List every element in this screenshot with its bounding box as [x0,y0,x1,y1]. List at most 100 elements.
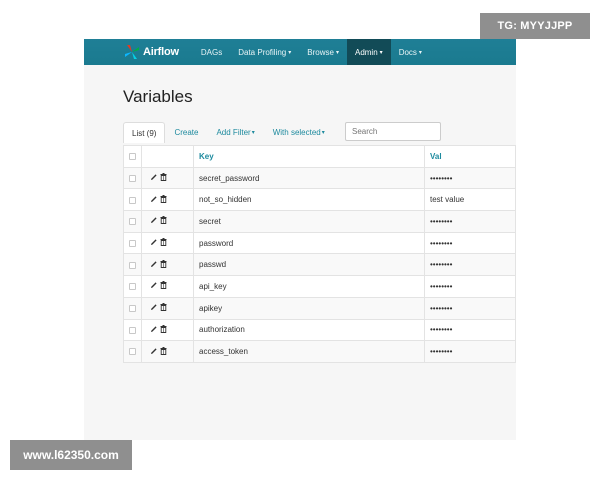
row-key-cell: passwd [193,253,425,277]
trash-icon [160,303,167,312]
row-checkbox[interactable] [129,261,136,269]
trash-icon [160,238,167,247]
tab-list[interactable]: List (9) [123,122,166,143]
row-select-cell [123,318,142,342]
tab-create-label: Create [174,128,199,137]
nav-data-profiling[interactable]: Data Profiling ▾ [230,39,299,65]
delete-button[interactable] [160,194,167,203]
edit-button[interactable] [150,238,158,246]
delete-button[interactable] [160,303,167,312]
nav-admin[interactable]: Admin ▾ [346,39,391,65]
caret-down-icon: ▾ [321,130,325,136]
delete-button[interactable] [160,173,167,181]
row-key-cell: password [193,231,425,255]
caret-down-icon: ▾ [335,49,339,56]
row-actions-cell [141,296,194,320]
val-header-label: Val [430,151,442,161]
row-val-cell: •••••••• [424,296,516,320]
row-select-cell [123,210,142,233]
row-actions-cell [141,318,194,342]
row-actions-cell [141,275,194,298]
pencil-icon [151,196,157,202]
row-key-cell: not_so_hidden [193,188,425,212]
row-select-cell [123,296,142,320]
table-row: apikey •••••••• [123,296,516,320]
pencil-icon [151,304,157,311]
watermark-top-right: TG: MYYJJPP [480,13,590,39]
select-all-checkbox[interactable] [129,153,136,161]
nav-dags[interactable]: DAGs [193,39,230,65]
row-actions-cell [141,231,194,255]
select-all-cell [123,145,142,168]
edit-button[interactable] [150,325,158,333]
row-actions-cell [141,253,194,277]
tab-create[interactable]: Create [165,122,207,143]
delete-button[interactable] [160,324,167,333]
with-selected-label: With selected [272,128,321,137]
airflow-logo-icon [125,45,139,59]
add-filter-dropdown[interactable]: Add Filter ▾ [207,122,263,143]
brand-name: Airflow [143,46,179,58]
variables-table-body: secret_password •••••••• not_so_hidden test… [123,166,516,363]
edit-button[interactable] [150,195,158,203]
search-input[interactable] [345,122,441,141]
nav-admin-label: Admin [354,47,378,57]
row-actions-cell [141,210,194,233]
nav-browse-label: Browse [307,47,334,57]
row-checkbox[interactable] [129,174,136,182]
row-val-cell: •••••••• [424,318,516,342]
delete-button[interactable] [160,259,167,268]
row-val-cell: •••••••• [424,275,516,298]
row-val-cell: test value [424,188,516,212]
caret-down-icon: ▾ [379,49,383,56]
delete-button[interactable] [160,238,167,247]
nav-docs[interactable]: Docs ▾ [391,39,430,65]
row-checkbox[interactable] [129,239,136,247]
edit-button[interactable] [150,347,158,355]
nav-data-profiling-label: Data Profiling [238,47,287,57]
row-select-cell [123,275,142,298]
val-column-header[interactable]: Val [424,145,516,168]
row-checkbox[interactable] [129,348,136,356]
row-checkbox[interactable] [129,305,136,313]
row-checkbox[interactable] [129,218,136,226]
row-key-cell: secret_password [193,166,425,190]
pencil-icon [151,239,157,246]
delete-button[interactable] [160,346,167,355]
page-title: Variables [123,87,193,106]
row-select-cell [123,340,142,363]
row-actions-cell [141,188,194,212]
trash-icon [160,216,167,225]
table-row: not_so_hidden test value [123,188,516,212]
with-selected-dropdown[interactable]: With selected ▾ [264,122,334,143]
trash-icon [160,194,167,203]
caret-down-icon: ▾ [288,49,292,56]
table-row: passwd •••••••• [123,253,516,277]
nav-browse[interactable]: Browse ▾ [299,39,347,65]
table-row: secret •••••••• [123,210,516,233]
table-row: api_key •••••••• [123,275,516,298]
add-filter-label: Add Filter [216,128,251,137]
row-checkbox[interactable] [129,196,136,204]
nav-dags-label: DAGs [200,47,223,57]
edit-button[interactable] [150,216,158,224]
brand[interactable]: Airflow [124,44,179,60]
edit-button[interactable] [150,281,158,289]
edit-button[interactable] [150,260,158,268]
caret-down-icon: ▾ [418,49,422,56]
edit-button[interactable] [150,173,158,181]
nav-docs-label: Docs [398,47,417,57]
key-header-label: Key [199,151,214,161]
caret-down-icon: ▾ [251,130,255,136]
row-checkbox[interactable] [129,283,136,291]
watermark-bottom-left: www.l62350.com [10,440,132,470]
delete-button[interactable] [160,281,167,290]
actions-header [141,145,194,168]
delete-button[interactable] [160,216,167,225]
edit-button[interactable] [150,303,158,311]
pencil-icon [151,217,157,224]
trash-icon [160,324,167,333]
pencil-icon [151,347,157,354]
key-column-header[interactable]: Key [193,145,425,168]
row-checkbox[interactable] [129,326,136,334]
